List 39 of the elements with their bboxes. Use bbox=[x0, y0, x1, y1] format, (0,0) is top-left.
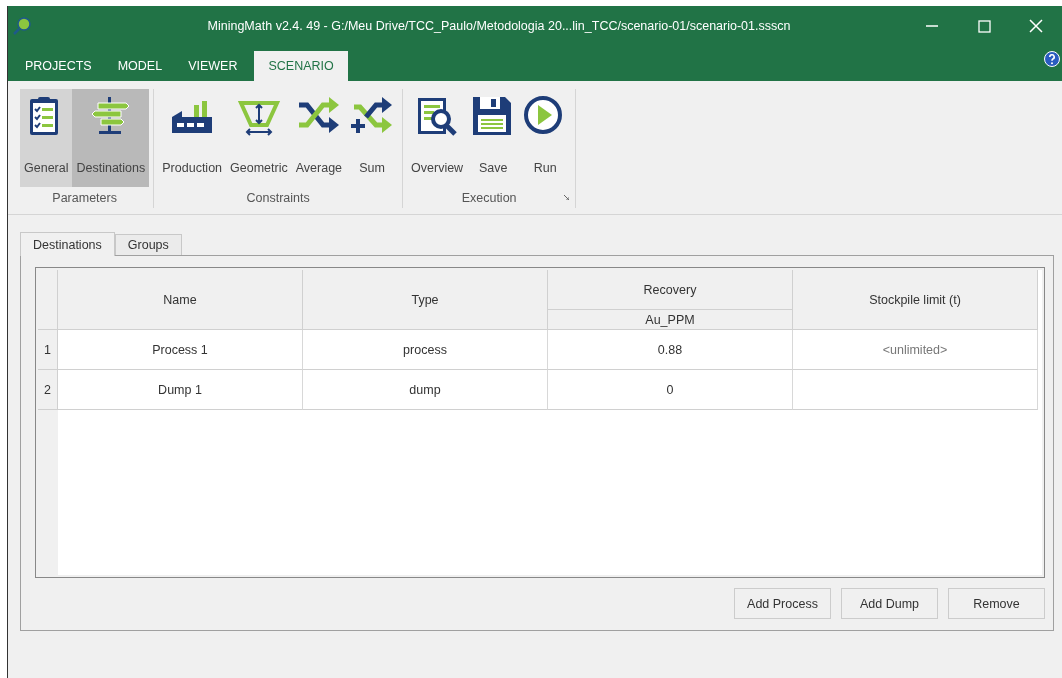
column-header: Name bbox=[58, 270, 303, 330]
column-header: Au_PPM bbox=[548, 310, 793, 330]
column-header: Stockpile limit (t) bbox=[793, 270, 1038, 330]
close-icon bbox=[1029, 19, 1043, 33]
group-label: Execution bbox=[461, 190, 517, 205]
action-button[interactable]: Add Process bbox=[734, 588, 831, 619]
menu-tab[interactable]: VIEWER bbox=[179, 51, 247, 81]
action-button[interactable]: Remove bbox=[948, 588, 1045, 619]
ribbon-button[interactable]: Destinations bbox=[72, 89, 150, 188]
ribbon-button[interactable]: Sum bbox=[346, 89, 399, 188]
app-logo-icon bbox=[12, 16, 32, 36]
tab[interactable]: Groups bbox=[114, 234, 182, 255]
menu-tab[interactable]: PROJECTS bbox=[16, 51, 101, 81]
ribbon-button[interactable]: Save bbox=[467, 89, 520, 188]
corner-header bbox=[38, 270, 58, 330]
ribbon-button[interactable]: Average bbox=[291, 89, 347, 188]
ribbon-button[interactable]: Production bbox=[158, 89, 227, 188]
ribbon-button[interactable]: Run bbox=[519, 89, 572, 188]
ribbon-button[interactable]: General bbox=[20, 89, 73, 188]
menu-tab[interactable]: SCENARIO bbox=[254, 51, 348, 81]
table-cell: <unlimited> bbox=[793, 330, 1038, 370]
group-label: Constraints bbox=[246, 190, 310, 205]
tab[interactable]: Destinations bbox=[20, 232, 115, 256]
window-title: MiningMath v2.4. 49 - G:/Meu Drive/TCC_Paulo/Metodologia 20...lin_TCC/scenario-01/scenario-01.ssscn bbox=[206, 19, 792, 33]
table-cell: Process 1 bbox=[58, 330, 303, 370]
action-button[interactable]: Add Dump bbox=[841, 588, 938, 619]
menu-tab[interactable]: MODEL bbox=[108, 51, 172, 81]
maximize-icon bbox=[977, 19, 991, 33]
ribbon-button[interactable]: Geometric bbox=[226, 89, 292, 188]
table-cell: 0.88 bbox=[548, 330, 793, 370]
dialog-launcher-icon[interactable] bbox=[564, 195, 570, 201]
column-header: Recovery bbox=[548, 270, 793, 310]
group-label: Parameters bbox=[52, 190, 117, 205]
row-number: 1 bbox=[38, 330, 58, 370]
help-icon[interactable] bbox=[1044, 51, 1060, 67]
table-cell: process bbox=[303, 330, 548, 370]
column-header: Type bbox=[303, 270, 548, 330]
row-number: 2 bbox=[38, 370, 58, 410]
ribbon-button[interactable]: Overview bbox=[407, 89, 468, 188]
